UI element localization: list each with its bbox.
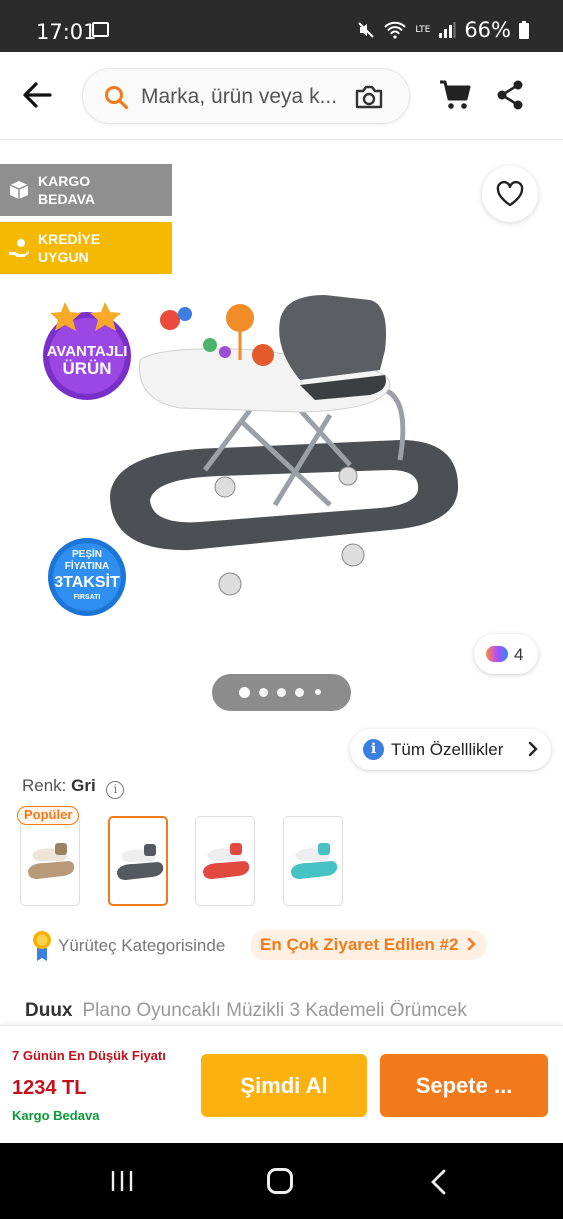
color-palette-icon: [486, 646, 508, 662]
variant-image: [291, 843, 338, 879]
color-count-chip[interactable]: 4: [474, 634, 538, 674]
advantage-text-line1: AVANTAJLI: [47, 343, 128, 360]
pager-dot[interactable]: [315, 689, 321, 695]
share-icon[interactable]: [494, 78, 526, 112]
color-selector-label: Renk: Gri i: [22, 776, 125, 799]
all-features-button[interactable]: i Tüm Özelllikler: [350, 729, 551, 770]
buy-bar: 7 Günün En Düşük Fiyatı 1234 TL Kargo Be…: [0, 1025, 563, 1143]
search-placeholder[interactable]: Marka, ürün veya k...: [141, 85, 337, 109]
category-rank-label: En Çok Ziyaret Edilen #2: [260, 935, 459, 954]
lowest-price-label: 7 Günün En Düşük Fiyatı: [12, 1048, 166, 1063]
installment-line2: FİYATINA: [65, 559, 109, 572]
cart-icon[interactable]: [438, 78, 472, 112]
variant-thumb[interactable]: [20, 816, 80, 906]
pager-dot[interactable]: [259, 688, 268, 697]
color-info-icon[interactable]: i: [106, 781, 125, 799]
variant-image: [203, 843, 250, 879]
wifi-icon: [384, 21, 407, 39]
search-bar[interactable]: Marka, ürün veya k...: [82, 68, 410, 124]
network-type: LTE: [415, 24, 431, 35]
heart-icon: [496, 181, 524, 207]
product-brand[interactable]: Duux: [25, 1000, 73, 1021]
back-nav-icon[interactable]: [428, 1168, 448, 1196]
pager-dot[interactable]: [277, 688, 286, 697]
chevron-right-icon: [467, 937, 476, 951]
chevron-right-icon: [528, 741, 538, 757]
category-text: Yürüteç Kategorisinde: [58, 936, 226, 955]
pager-dot[interactable]: [295, 688, 304, 697]
product-name: Plano Oyuncaklı Müzikli 3 Kademeli Örümc…: [82, 1000, 467, 1021]
installment-line3: 3TAKSİT: [54, 573, 120, 591]
coins-hand-icon: [9, 239, 29, 257]
system-nav-bar: [0, 1143, 563, 1219]
pager-dot-active[interactable]: [239, 687, 250, 698]
advantage-text-line2: ÜRÜN: [62, 359, 111, 378]
buy-now-button[interactable]: Şimdi Al: [201, 1054, 367, 1117]
free-shipping-text: Kargo Bedava: [12, 1108, 100, 1123]
recent-apps-icon[interactable]: [110, 1169, 134, 1193]
mute-icon: [358, 22, 375, 38]
color-count: 4: [514, 645, 524, 664]
free-shipping-badge: KARGO BEDAVA: [0, 164, 172, 216]
medal-icon: [33, 931, 51, 961]
battery-level: 66%: [464, 18, 511, 42]
product-title: Duux Plano Oyuncaklı Müzikli 3 Kademeli Ö…: [25, 1000, 563, 1022]
camera-search-icon[interactable]: [353, 82, 385, 112]
status-time: 17:01: [36, 20, 97, 44]
installment-line1: PEŞİN: [72, 547, 102, 560]
free-shipping-label: KARGO BEDAVA: [38, 173, 96, 207]
back-arrow-icon[interactable]: [20, 78, 54, 112]
color-value: Gri: [71, 776, 96, 795]
add-to-cart-button[interactable]: Sepete ...: [380, 1054, 548, 1117]
credit-eligible-label: KREDİYE UYGUN: [38, 231, 101, 265]
variant-thumb[interactable]: [283, 816, 343, 906]
popular-tag: Popüler: [17, 806, 80, 825]
product-image[interactable]: [100, 290, 470, 610]
category-rank-pill[interactable]: En Çok Ziyaret Edilen #2: [250, 930, 488, 960]
info-icon: i: [363, 739, 384, 760]
favorite-button[interactable]: [482, 166, 538, 222]
price: 1234 TL: [12, 1077, 87, 1099]
app-header: Marka, ürün veya k...: [0, 52, 563, 140]
advantage-product-badge: AVANTAJLI ÜRÜN: [43, 302, 131, 400]
variant-image: [117, 844, 164, 880]
variant-thumb[interactable]: [195, 816, 255, 906]
battery-icon: [519, 21, 529, 39]
variant-image: [28, 843, 75, 879]
status-icons: LTE 66%: [357, 18, 529, 42]
image-pager[interactable]: [212, 674, 351, 711]
search-icon: [105, 86, 129, 110]
credit-eligible-badge: KREDİYE UYGUN: [0, 222, 172, 274]
home-icon[interactable]: [267, 1168, 293, 1194]
box-icon: [9, 181, 29, 199]
variant-thumb-selected[interactable]: [108, 816, 168, 906]
signal-icon: [439, 22, 456, 38]
color-label: Renk:: [22, 776, 67, 795]
gallery-notification-icon: [92, 22, 109, 37]
installment-badge: PEŞİN FİYATINA 3TAKSİT FIRSATI: [48, 538, 126, 616]
all-features-label: Tüm Özelllikler: [391, 740, 504, 759]
status-bar: 17:01 LTE 66%: [0, 0, 563, 52]
installment-line4: FIRSATI: [74, 594, 101, 601]
